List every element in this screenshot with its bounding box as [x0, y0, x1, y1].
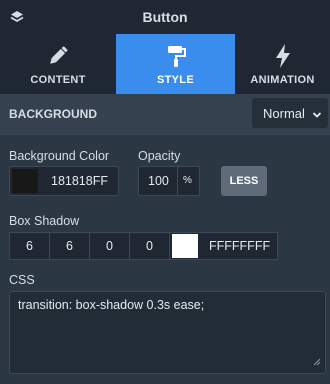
css-textarea[interactable]: transition: box-shadow 0.3s ease;: [9, 291, 326, 374]
tab-content[interactable]: CONTENT: [0, 34, 116, 94]
background-color-hex: 181818FF: [51, 174, 108, 188]
box-shadow-spread[interactable]: 0: [129, 232, 170, 260]
pencil-icon: [45, 43, 71, 74]
box-shadow-blur[interactable]: 0: [89, 232, 130, 260]
css-label: CSS: [9, 273, 35, 287]
box-shadow-color-field[interactable]: FFFFFFFF: [169, 232, 278, 260]
background-color-field[interactable]: 181818FF: [9, 166, 119, 196]
box-shadow-color-swatch[interactable]: [172, 234, 198, 258]
panel-title: Button: [142, 9, 188, 25]
box-shadow-color-hex: FFFFFFFF: [209, 239, 271, 253]
chevron-down-icon: [312, 108, 322, 123]
background-color-label: Background Color: [9, 149, 110, 163]
background-state-select[interactable]: Normal: [252, 98, 328, 128]
css-code: transition: box-shadow 0.3s ease;: [18, 298, 205, 312]
resize-handle-icon[interactable]: [313, 355, 321, 369]
background-state-value: Normal: [263, 106, 305, 121]
opacity-field[interactable]: 100 %: [138, 166, 200, 196]
background-color-swatch[interactable]: [12, 169, 38, 193]
tab-bar: CONTENT STYLE ANIMATION: [0, 34, 330, 94]
tab-animation[interactable]: ANIMATION: [235, 34, 330, 94]
opacity-value: 100: [148, 174, 169, 188]
panel-header: Button: [0, 0, 330, 34]
opacity-unit-divider: [177, 167, 178, 195]
box-shadow-label: Box Shadow: [9, 214, 80, 228]
paint-roller-icon: [163, 43, 189, 74]
lightning-icon: [272, 43, 294, 74]
background-section-label: BACKGROUND: [9, 107, 97, 121]
less-button[interactable]: LESS: [221, 166, 267, 196]
section-divider: [0, 134, 330, 135]
box-shadow-offset-y[interactable]: 6: [49, 232, 90, 260]
tab-content-label: CONTENT: [30, 74, 86, 86]
tab-animation-label: ANIMATION: [250, 74, 315, 86]
tab-style-label: STYLE: [157, 74, 194, 86]
box-shadow-offset-x[interactable]: 6: [9, 232, 50, 260]
opacity-label: Opacity: [138, 149, 181, 163]
tab-style[interactable]: STYLE: [116, 34, 235, 94]
opacity-unit: %: [183, 175, 192, 186]
